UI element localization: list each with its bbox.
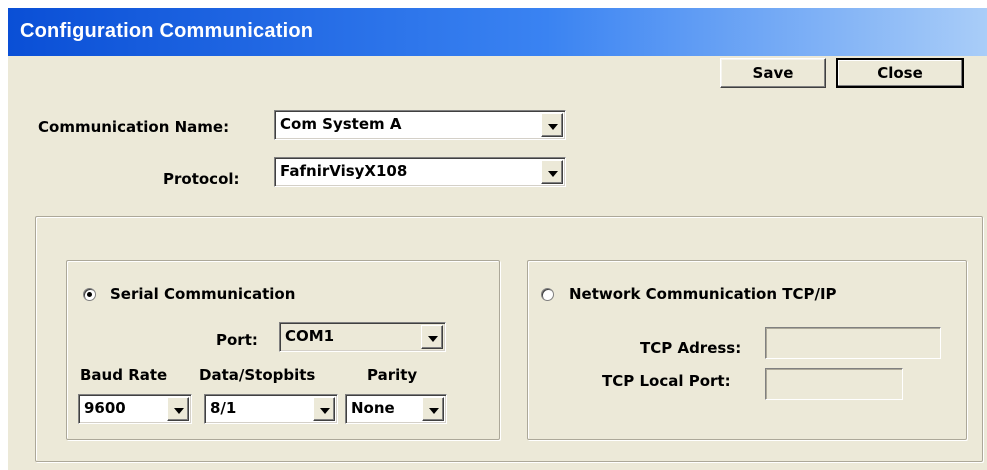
- title-bar[interactable]: Configuration Communication: [8, 8, 987, 56]
- tcp-local-port-input[interactable]: [765, 368, 903, 400]
- network-communication-label[interactable]: Network Communication TCP/IP: [569, 285, 837, 303]
- baud-rate-select[interactable]: 9600: [78, 394, 192, 424]
- data-stopbits-value: 8/1: [210, 399, 237, 417]
- parity-select[interactable]: None: [345, 394, 447, 424]
- baud-rate-value: 9600: [84, 399, 126, 417]
- tcp-local-port-label: TCP Local Port:: [602, 372, 731, 390]
- chevron-down-icon: [548, 171, 558, 177]
- close-button[interactable]: Close: [836, 58, 964, 88]
- communication-name-label: Communication Name:: [38, 118, 230, 136]
- communication-name-value: Com System A: [280, 115, 402, 133]
- parity-dropdown-button[interactable]: [422, 397, 444, 421]
- configuration-communication-window: Configuration Communication Save Close C…: [0, 0, 987, 470]
- protocol-value: FafnirVisyX108: [280, 162, 408, 180]
- network-communication-radio[interactable]: [541, 288, 554, 301]
- chevron-down-icon: [174, 408, 184, 414]
- serial-communication-label[interactable]: Serial Communication: [110, 285, 295, 303]
- tcp-address-label: TCP Adress:: [640, 339, 742, 357]
- port-value: COM1: [285, 327, 335, 345]
- communication-name-select[interactable]: Com System A: [274, 110, 566, 140]
- chevron-down-icon: [429, 408, 439, 414]
- chevron-down-icon: [548, 124, 558, 130]
- protocol-select[interactable]: FafnirVisyX108: [274, 157, 566, 187]
- data-stopbits-dropdown-button[interactable]: [313, 397, 335, 421]
- parity-value: None: [351, 399, 395, 417]
- parity-label: Parity: [367, 366, 418, 384]
- dialog-client-area: Save Close Communication Name: Com Syste…: [8, 56, 987, 470]
- save-button[interactable]: Save: [720, 58, 826, 88]
- tcp-address-input[interactable]: [765, 327, 941, 359]
- data-stopbits-label: Data/Stopbits: [199, 366, 316, 384]
- serial-communication-radio[interactable]: [83, 288, 96, 301]
- baud-rate-dropdown-button[interactable]: [167, 397, 189, 421]
- communication-name-dropdown-button[interactable]: [541, 113, 563, 137]
- window-title: Configuration Communication: [20, 20, 314, 42]
- protocol-dropdown-button[interactable]: [541, 160, 563, 184]
- data-stopbits-select[interactable]: 8/1: [204, 394, 338, 424]
- baud-rate-label: Baud Rate: [80, 366, 168, 384]
- port-select[interactable]: COM1: [279, 322, 446, 352]
- port-label: Port:: [216, 331, 258, 349]
- protocol-label: Protocol:: [163, 170, 240, 188]
- port-dropdown-button[interactable]: [421, 325, 443, 349]
- radio-selected-dot-icon: [87, 292, 92, 297]
- chevron-down-icon: [428, 336, 438, 342]
- chevron-down-icon: [320, 408, 330, 414]
